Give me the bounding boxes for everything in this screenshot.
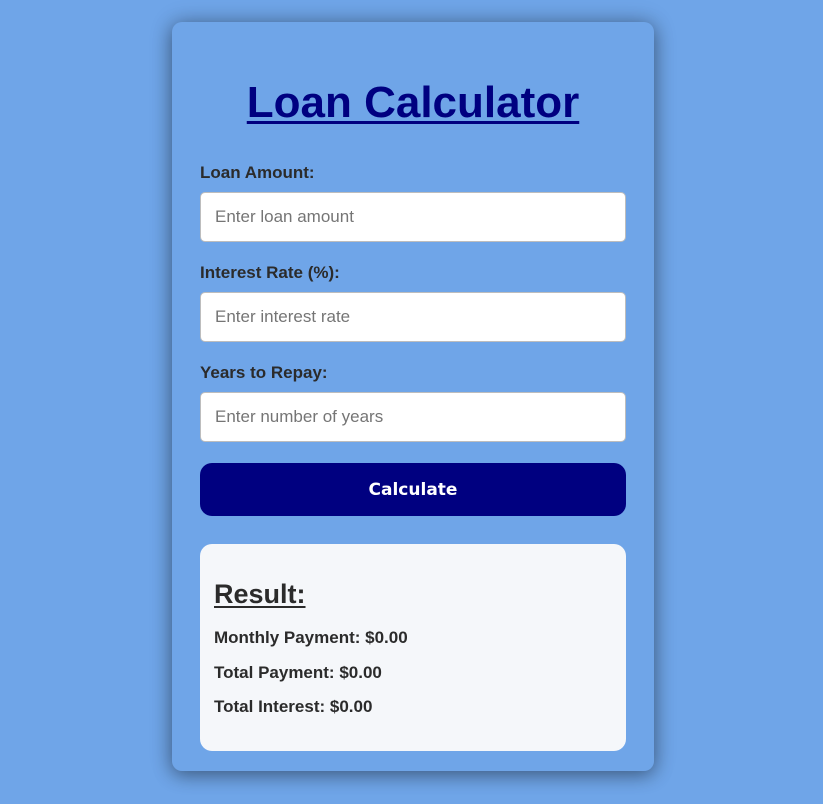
years-to-repay-label: Years to Repay:: [200, 363, 328, 382]
loan-amount-input[interactable]: [200, 192, 626, 242]
result-panel: Result: Monthly Payment: $0.00 Total Pay…: [200, 544, 626, 751]
calculate-button[interactable]: Calculate: [200, 463, 626, 516]
page-title: Loan Calculator: [246, 78, 580, 127]
loan-amount-label: Loan Amount:: [200, 163, 315, 182]
total-interest-value: Total Interest: $0.00: [214, 697, 373, 716]
total-payment-value: Total Payment: $0.00: [214, 663, 382, 682]
years-to-repay-input[interactable]: [200, 392, 626, 442]
loan-calculator-card: Loan Calculator Loan Amount: Interest Ra…: [172, 22, 654, 771]
result-heading: Result:: [214, 579, 306, 609]
interest-rate-input[interactable]: [200, 292, 626, 342]
interest-rate-label: Interest Rate (%):: [200, 263, 340, 282]
monthly-payment-value: Monthly Payment: $0.00: [214, 628, 408, 647]
